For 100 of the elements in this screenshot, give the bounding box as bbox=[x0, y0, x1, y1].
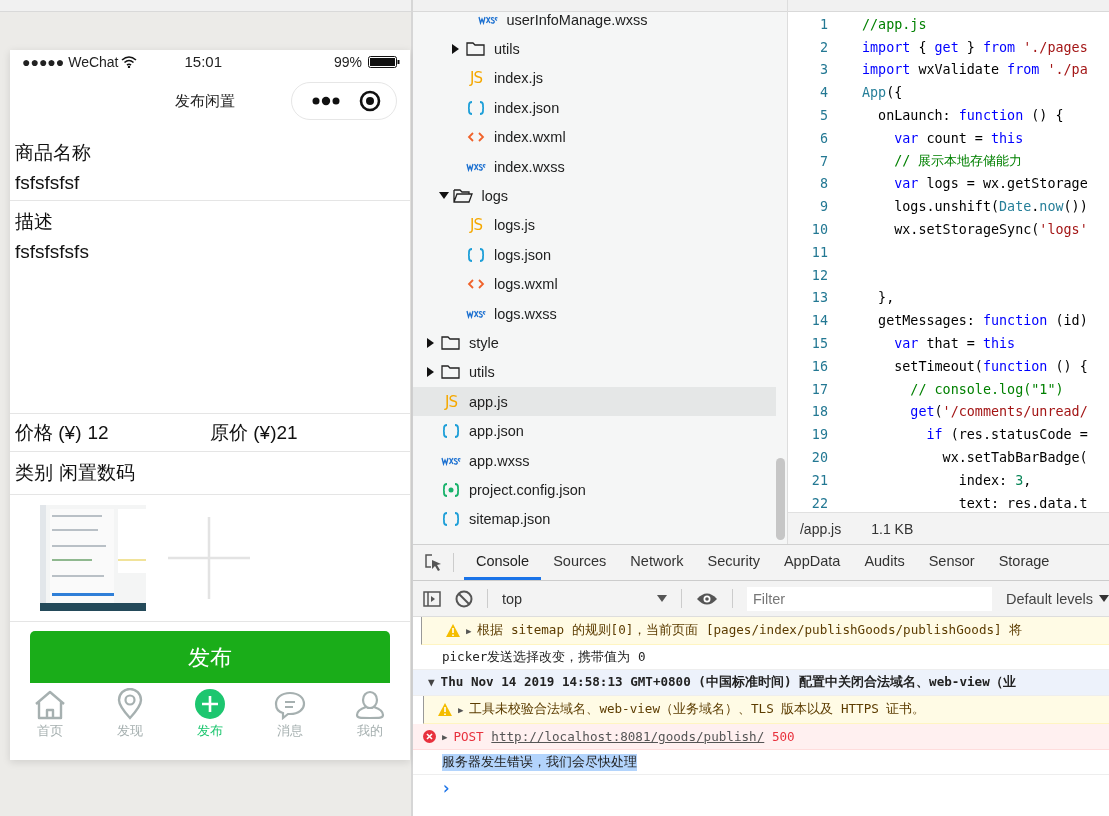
error-icon bbox=[422, 730, 436, 743]
sidebar-toggle-icon[interactable] bbox=[422, 590, 441, 607]
devtools-tab[interactable]: Storage bbox=[986, 545, 1062, 580]
line-number: 4 bbox=[818, 85, 828, 101]
tree-item[interactable]: index.wxml bbox=[412, 122, 776, 152]
name-input[interactable]: fsfsfsfsf bbox=[15, 168, 405, 198]
tree-item[interactable]: logs.wxml bbox=[412, 269, 776, 299]
filter-field[interactable]: Filter bbox=[746, 586, 992, 611]
dropdown-caret-icon bbox=[656, 595, 667, 602]
code-line: setTimeout(function () { bbox=[893, 358, 1088, 374]
chat-bubble-icon bbox=[274, 690, 306, 720]
code-line: if (res.statusCode = bbox=[925, 427, 1088, 443]
code-line: App({ bbox=[861, 85, 903, 101]
line-number: 6 bbox=[818, 130, 828, 146]
line-number: 11 bbox=[810, 244, 828, 260]
tree-item[interactable]: logs bbox=[412, 181, 776, 211]
code-line: wx.setTabBarBadge( bbox=[941, 450, 1088, 466]
console-prompt[interactable]: › bbox=[412, 775, 1109, 800]
code-line: logs.unshift(Date.now()) bbox=[893, 199, 1088, 215]
expand-arrow[interactable]: ▶ bbox=[457, 704, 464, 715]
tree-item[interactable]: utils bbox=[412, 357, 776, 388]
eye-icon[interactable] bbox=[695, 591, 718, 606]
context-select[interactable]: top bbox=[501, 590, 667, 607]
braces-icon bbox=[465, 100, 486, 115]
js-file-icon: JS bbox=[440, 392, 461, 411]
field-label: 价格 (¥) bbox=[15, 420, 82, 445]
collapsed-arrow-icon bbox=[426, 367, 435, 378]
tree-item[interactable]: JS logs.js bbox=[412, 210, 776, 241]
tree-item[interactable]: index.wxss bbox=[412, 151, 776, 182]
line-number: 14 bbox=[810, 313, 828, 329]
original-price-input[interactable]: 21 bbox=[276, 417, 298, 448]
braces-icon bbox=[465, 247, 486, 262]
field-label: 类别 bbox=[15, 461, 53, 485]
stylesheet-icon bbox=[465, 161, 486, 172]
tree-item[interactable]: logs.wxss bbox=[412, 298, 776, 329]
line-number: 20 bbox=[810, 450, 828, 466]
battery-percent: 99% bbox=[333, 53, 362, 70]
code-line: // console.log("1") bbox=[909, 381, 1064, 397]
code-line: import { get } from './pages bbox=[861, 39, 1088, 55]
tree-item[interactable]: app.wxss bbox=[412, 445, 776, 476]
devtools-tab[interactable]: Sources bbox=[541, 545, 619, 580]
code-line: wx.setStorageSync('logs' bbox=[893, 222, 1088, 238]
file-path: /app.js bbox=[799, 520, 842, 537]
devtools-tab[interactable]: Audits bbox=[852, 545, 917, 580]
devtools-tab[interactable]: Sensor bbox=[916, 545, 987, 580]
open-folder-icon bbox=[453, 188, 474, 205]
close-target-icon[interactable] bbox=[359, 90, 381, 112]
tree-item[interactable]: sitemap.json bbox=[412, 504, 776, 535]
code-line: var that = this bbox=[893, 336, 1016, 352]
message-text: Thu Nov 14 2019 14:58:13 GMT+0800 (中国标准时间) 配置中关闭合法域名、web-view（业 bbox=[440, 674, 1016, 691]
collapse-arrow[interactable]: ▼ bbox=[427, 676, 435, 689]
tree-item[interactable]: JS app.js bbox=[412, 387, 776, 417]
warning-icon bbox=[445, 624, 460, 637]
tree-item[interactable]: logs.json bbox=[412, 240, 776, 270]
code-line: get('/comments/unread/ bbox=[909, 404, 1088, 420]
line-number: 12 bbox=[810, 267, 828, 283]
log-levels-dropdown[interactable]: Default levels bbox=[1005, 590, 1109, 607]
line-number: 19 bbox=[810, 427, 828, 443]
home-icon bbox=[33, 690, 67, 720]
tree-item[interactable]: index.json bbox=[412, 93, 776, 123]
tree-item[interactable]: JS index.js bbox=[412, 63, 776, 94]
more-icon[interactable] bbox=[311, 96, 341, 106]
price-input[interactable]: 12 bbox=[87, 417, 109, 448]
description-textarea[interactable]: fsfsfsfsfs bbox=[15, 237, 405, 267]
message-text: 服务器发生错误，我们会尽快处理 bbox=[441, 753, 637, 771]
line-number: 10 bbox=[810, 222, 828, 238]
code-line: var count = this bbox=[893, 130, 1024, 146]
devtools-tab[interactable]: Security bbox=[695, 545, 772, 580]
line-number: 3 bbox=[818, 62, 828, 78]
code-line: var logs = wx.getStorage bbox=[893, 176, 1088, 192]
line-number: 1 bbox=[818, 16, 828, 32]
js-file-icon: JS bbox=[465, 216, 486, 235]
category-picker[interactable]: 闲置数码 bbox=[59, 458, 135, 488]
tree-item[interactable]: utils bbox=[412, 34, 776, 64]
braces-icon bbox=[440, 512, 461, 527]
tree-item[interactable]: userInfoManage.wxss bbox=[412, 5, 776, 35]
code-line: }, bbox=[877, 290, 895, 306]
page-title: 发布闲置 bbox=[175, 92, 235, 111]
expand-arrow[interactable]: ▶ bbox=[465, 625, 472, 636]
status-time: 15:01 bbox=[184, 53, 223, 70]
devtools-tab[interactable]: Network bbox=[618, 545, 696, 580]
folder-icon bbox=[440, 335, 461, 351]
braces-icon bbox=[440, 424, 461, 439]
tree-item[interactable]: style bbox=[412, 328, 776, 358]
inspect-cursor-icon[interactable] bbox=[424, 553, 443, 572]
code-line: text: res.data.t bbox=[957, 495, 1088, 511]
folder-icon bbox=[440, 364, 461, 381]
line-number: 21 bbox=[810, 472, 828, 488]
request-link[interactable]: http://localhost:8081/goods/publish/ bbox=[491, 729, 765, 744]
line-number: 5 bbox=[818, 108, 828, 124]
expand-arrow[interactable]: ▶ bbox=[441, 731, 448, 742]
scrollbar[interactable] bbox=[775, 458, 785, 540]
line-number: 16 bbox=[810, 358, 828, 374]
code-line: onLaunch: function () { bbox=[877, 108, 1064, 124]
devtools-tab[interactable]: AppData bbox=[771, 545, 853, 580]
tree-item[interactable]: project.config.json bbox=[412, 475, 776, 505]
location-pin-icon bbox=[116, 688, 144, 720]
code-line: //app.js bbox=[861, 16, 927, 32]
tree-item[interactable]: app.json bbox=[412, 416, 776, 446]
clear-console-icon[interactable] bbox=[454, 589, 473, 608]
